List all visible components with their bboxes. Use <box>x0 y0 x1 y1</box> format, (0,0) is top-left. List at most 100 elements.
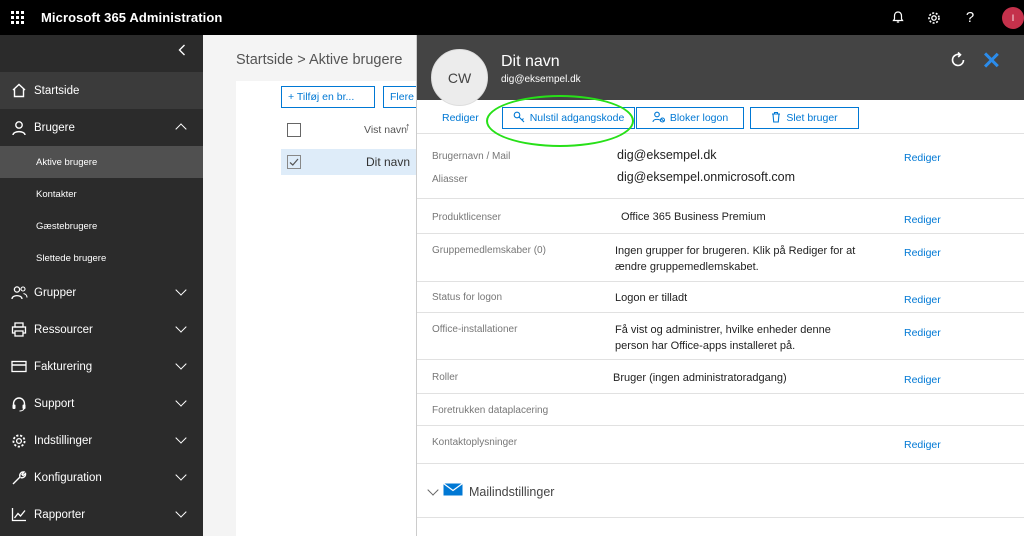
panel-actions: Rediger Nulstil adgangskode Bloker logon… <box>417 107 1024 131</box>
user-icon <box>0 120 34 136</box>
groups-value: Ingen grupper for brugeren. Klik på Redi… <box>615 245 856 273</box>
chevron-down-icon <box>175 284 187 296</box>
edit-licenses-link[interactable]: Rediger <box>904 214 941 226</box>
contact-label: Kontaktoplysninger <box>432 437 518 448</box>
edit-roles-link[interactable]: Rediger <box>904 374 941 386</box>
sidebar-subitem-contacts[interactable]: Kontakter <box>0 178 203 210</box>
edit-username-link[interactable]: Rediger <box>904 152 941 164</box>
wrench-icon <box>0 470 34 486</box>
mail-settings-section[interactable]: Mailindstillinger <box>427 483 555 501</box>
chevron-down-icon <box>175 432 187 444</box>
app-launcher-icon[interactable] <box>0 0 35 35</box>
sidebar-item-home[interactable]: Startside <box>0 72 203 109</box>
select-all-checkbox[interactable] <box>287 123 301 137</box>
chevron-down-icon <box>175 506 187 518</box>
sidebar: Startside Brugere Aktive brugere Kontakt… <box>0 35 203 536</box>
mail-settings-label: Mailindstillinger <box>469 485 555 499</box>
collapse-chevron-icon[interactable] <box>178 43 186 61</box>
sidebar-item-label: Konfiguration <box>34 471 102 484</box>
edit-status-link[interactable]: Rediger <box>904 294 941 306</box>
printer-icon <box>0 322 34 337</box>
gear-icon[interactable] <box>916 0 952 35</box>
divider <box>417 281 1024 282</box>
home-icon <box>0 83 34 98</box>
trash-icon <box>771 111 781 126</box>
help-icon[interactable]: ? <box>952 0 988 35</box>
divider <box>417 425 1024 426</box>
divider <box>417 359 1024 360</box>
reset-password-button[interactable]: Nulstil adgangskode <box>502 107 635 129</box>
mail-icon <box>443 483 463 501</box>
aliases-label: Aliasser <box>432 174 468 185</box>
row-checkbox[interactable] <box>287 155 301 169</box>
roles-value: Bruger (ingen administratoradgang) <box>613 372 787 384</box>
add-user-button[interactable]: + Tilføj en br... <box>281 86 375 108</box>
list-header: Vist navn ↑ <box>247 115 417 143</box>
sidebar-item-settings[interactable]: Indstillinger <box>0 422 203 459</box>
sidebar-collapse-row <box>0 35 203 72</box>
chevron-down-icon <box>175 469 187 481</box>
aliases-value: dig@eksempel.onmicrosoft.com <box>617 170 796 184</box>
edit-office-link[interactable]: Rediger <box>904 327 941 339</box>
sidebar-item-resources[interactable]: Ressourcer <box>0 311 203 348</box>
edit-profile-link[interactable]: Rediger <box>442 112 479 124</box>
reset-password-label: Nulstil adgangskode <box>529 112 625 124</box>
groups-label: Gruppemedlemskaber (0) <box>432 245 546 256</box>
bell-icon[interactable] <box>880 0 916 35</box>
chart-icon <box>0 507 34 522</box>
sidebar-item-label: Grupper <box>34 286 77 299</box>
group-icon <box>0 285 34 300</box>
sidebar-item-configuration[interactable]: Konfiguration <box>0 459 203 496</box>
sidebar-item-label: Indstillinger <box>34 434 93 447</box>
divider <box>417 233 1024 234</box>
headset-icon <box>0 396 34 412</box>
app-title: Microsoft 365 Administration <box>41 10 223 25</box>
user-avatar[interactable]: I <box>988 0 1024 35</box>
delete-user-label: Slet bruger <box>786 112 838 124</box>
top-bar: Microsoft 365 Administration ? I <box>0 0 1024 35</box>
divider <box>417 463 1024 464</box>
refresh-icon[interactable] <box>949 51 967 74</box>
divider <box>417 133 1024 134</box>
chevron-down-icon <box>427 484 439 496</box>
username-value: dig@eksempel.dk <box>617 148 717 162</box>
panel-header: Dit navn dig@eksempel.dk <box>417 35 1024 100</box>
sidebar-item-groups[interactable]: Grupper <box>0 274 203 311</box>
table-row[interactable]: Dit navn <box>281 149 417 175</box>
sidebar-subitem-guest-users[interactable]: Gæstebrugere <box>0 210 203 242</box>
close-icon[interactable] <box>983 52 999 68</box>
main-content: Startside > Aktive brugere + Tilføj en b… <box>203 35 423 536</box>
divider <box>417 393 1024 394</box>
edit-groups-link[interactable]: Rediger <box>904 247 941 259</box>
chevron-down-icon <box>175 358 187 370</box>
sidebar-item-label: Startside <box>34 84 80 97</box>
edit-contact-link[interactable]: Rediger <box>904 439 941 451</box>
sidebar-item-label: Fakturering <box>34 360 93 373</box>
data-location-label: Foretrukken dataplacering <box>432 405 549 416</box>
column-header-display-name[interactable]: Vist navn <box>364 124 407 136</box>
username-label: Brugernavn / Mail <box>432 151 511 162</box>
sidebar-subitem-deleted-users[interactable]: Slettede brugere <box>0 242 203 274</box>
divider <box>417 517 1024 518</box>
card-icon <box>0 360 34 373</box>
office-value: Få vist og administrer, hvilke enheder d… <box>615 324 831 352</box>
block-logon-button[interactable]: Bloker logon <box>636 107 744 129</box>
row-display-name[interactable]: Dit navn <box>366 155 410 169</box>
sidebar-subitem-active-users[interactable]: Aktive brugere <box>0 146 203 178</box>
sidebar-item-label: Support <box>34 397 75 410</box>
user-initial: I <box>1002 6 1024 29</box>
chevron-down-icon <box>175 321 187 333</box>
sidebar-item-support[interactable]: Support <box>0 385 203 422</box>
sidebar-item-billing[interactable]: Fakturering <box>0 348 203 385</box>
user-block-icon <box>652 111 665 126</box>
sidebar-item-reports[interactable]: Rapporter <box>0 496 203 533</box>
sidebar-item-label: Brugere <box>34 121 75 134</box>
breadcrumb: Startside > Aktive brugere <box>236 52 403 68</box>
divider <box>417 312 1024 313</box>
delete-user-button[interactable]: Slet bruger <box>750 107 859 129</box>
status-value: Logon er tilladt <box>615 292 688 304</box>
sort-arrow-icon[interactable]: ↑ <box>405 121 411 133</box>
sidebar-item-users[interactable]: Brugere <box>0 109 203 146</box>
sidebar-item-label: Ressourcer <box>34 323 93 336</box>
avatar: CW <box>431 49 488 106</box>
